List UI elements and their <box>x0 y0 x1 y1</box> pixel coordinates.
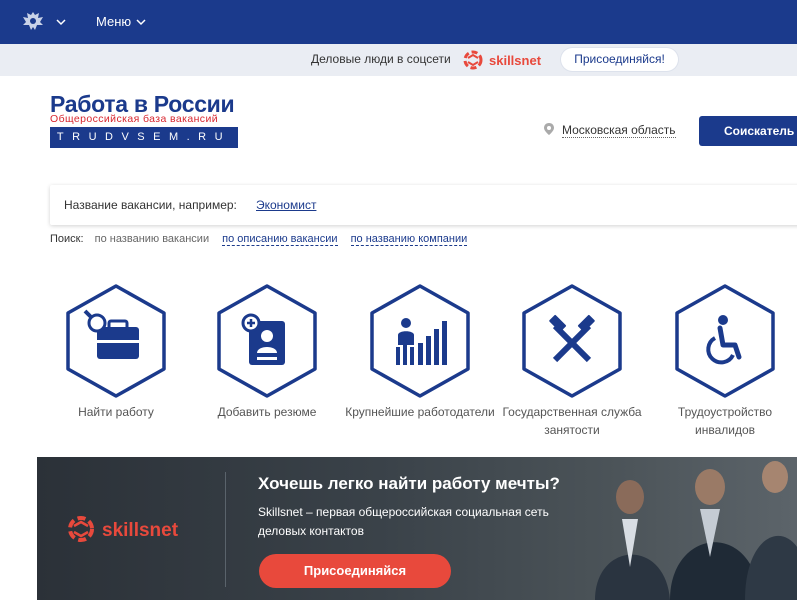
tile-label: Крупнейшие работодатели <box>345 405 495 419</box>
tile-employment-service[interactable]: Государственная служба занятости <box>495 283 645 443</box>
location-pin-icon <box>544 123 554 135</box>
tile-label: Государственная служба занятости <box>502 405 642 437</box>
banner-title: Хочешь легко найти работу мечты? <box>258 474 560 493</box>
svg-text:skillsnet: skillsnet <box>489 53 542 68</box>
search-example-link[interactable]: Экономист <box>256 198 316 212</box>
tile-label: Трудоустройство инвалидов <box>677 405 773 437</box>
top-employers-chart-icon <box>370 284 470 398</box>
tile-label: Найти работу <box>78 405 154 419</box>
menu-button[interactable]: Меню <box>96 14 131 29</box>
site-logo-subtitle: Общероссийская база вакансий <box>50 113 218 125</box>
search-modes: Поиск: по названию вакансии по описанию … <box>50 233 468 246</box>
tile-top-employers[interactable]: Крупнейшие работодатели <box>343 283 495 443</box>
banner-divider <box>225 472 226 587</box>
tile-label: Добавить резюме <box>217 405 317 419</box>
skillsnet-logo[interactable]: skillsnet <box>461 48 553 72</box>
search-mode-by-company[interactable]: по названию компании <box>350 233 468 246</box>
chevron-down-icon[interactable] <box>134 15 148 29</box>
add-resume-icon <box>217 284 317 398</box>
coat-of-arms-icon[interactable] <box>21 10 45 32</box>
tile-disabled-employment[interactable]: Трудоустройство инвалидов <box>648 283 797 443</box>
join-skillsnet-button[interactable]: Присоединяйся! <box>561 48 678 71</box>
business-people-photo <box>595 461 797 600</box>
skillsnet-logo[interactable]: skillsnet <box>65 512 200 546</box>
banner-description: Skillsnet – первая общероссийская социал… <box>258 505 549 538</box>
tile-find-job[interactable]: Найти работу <box>39 283 189 443</box>
svg-text:skillsnet: skillsnet <box>102 520 179 541</box>
search-mode-by-description[interactable]: по описанию вакансии <box>222 233 338 246</box>
search-hint: Название вакансии, например: <box>64 198 237 212</box>
chevron-down-icon[interactable] <box>54 15 68 29</box>
wheelchair-icon <box>675 284 775 398</box>
search-modes-label: Поиск: <box>50 233 84 245</box>
tile-add-resume[interactable]: Добавить резюме <box>190 283 340 443</box>
briefcase-search-icon <box>66 284 166 398</box>
region-selector[interactable]: Московская область <box>562 123 676 138</box>
site-logo-domain: TRUDVSEM.RU <box>50 127 238 148</box>
social-strip-text: Деловые люди в соцсети <box>311 52 451 66</box>
hammers-icon <box>522 284 622 398</box>
job-seeker-button[interactable]: Соискатель <box>699 116 797 146</box>
banner-join-button[interactable]: Присоединяйся <box>259 554 451 588</box>
search-mode-by-title[interactable]: по названию вакансии <box>95 233 209 245</box>
